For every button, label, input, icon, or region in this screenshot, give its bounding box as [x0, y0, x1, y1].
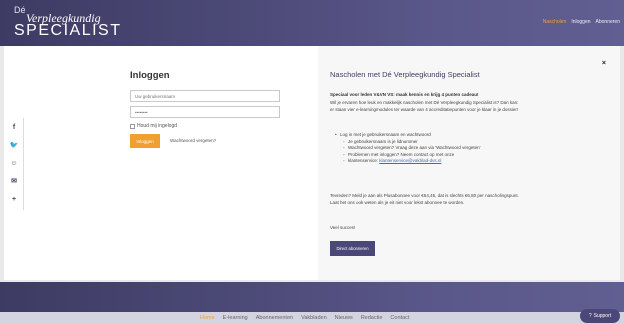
- footer-band: [0, 282, 624, 312]
- service-prefix: klantenservice:: [348, 158, 380, 163]
- login-title: Inloggen: [130, 70, 170, 81]
- footer-nav: Home E-learning Abonnementen Vakbladen N…: [200, 315, 409, 321]
- site-header: Dé Verpleegkundig SPECIALIST Nascholen I…: [0, 0, 624, 46]
- remember-checkbox[interactable]: [130, 123, 135, 129]
- footer-nav-abonnementen[interactable]: Abonnementen: [256, 315, 293, 321]
- top-nav-inloggen[interactable]: Inloggen: [571, 19, 590, 25]
- plus-icon[interactable]: +: [4, 190, 24, 208]
- login-panel: Inloggen Houd mij ingelogd Inloggen Wach…: [4, 46, 318, 280]
- footer-nav-home[interactable]: Home: [200, 315, 215, 321]
- facebook-icon[interactable]: f: [4, 118, 24, 136]
- footer-nav-contact[interactable]: Contact: [390, 315, 409, 321]
- logo-specialist: SPECIALIST: [14, 22, 122, 39]
- top-nav-nascholen[interactable]: Nascholen: [543, 19, 567, 25]
- support-label: Support: [593, 313, 612, 319]
- help-icon: ?: [588, 313, 592, 319]
- info-intro-bold: Speciaal voor leden V&VN VS: maak kennis…: [330, 92, 479, 97]
- info-closing: Veel succes!: [330, 225, 356, 230]
- footer-nav-vakbladen[interactable]: Vakbladen: [301, 315, 327, 321]
- footer: Home E-learning Abonnementen Vakbladen N…: [0, 312, 624, 324]
- top-nav: Nascholen Inloggen Abonneren: [543, 19, 620, 25]
- info-intro: Wil je ervaren hoe leuk en makkelijk nas…: [330, 100, 519, 112]
- subscribe-button[interactable]: Direct abonneren: [330, 241, 375, 256]
- email-icon[interactable]: ✉: [4, 172, 24, 190]
- remember-label: Houd mij ingelogd: [137, 123, 178, 129]
- info-list: Log in met je gebruikersnaam en wachtwoo…: [330, 132, 530, 165]
- support-button[interactable]: ? Support: [580, 309, 620, 323]
- password-input[interactable]: [130, 106, 280, 118]
- remember-me[interactable]: Houd mij ingelogd: [130, 123, 177, 129]
- service-email-link[interactable]: klantenservice@vakblad-dvs.nl: [379, 158, 441, 163]
- username-input[interactable]: [130, 90, 280, 102]
- info-panel: × Nascholen met Dé Verpleegkundig Specia…: [318, 46, 620, 280]
- top-nav-abonneren[interactable]: Abonneren: [596, 19, 620, 25]
- info-subscription: Tevreden? Meld je aan als Plusabonnee vo…: [330, 193, 519, 205]
- twitter-icon[interactable]: 🐦: [4, 136, 24, 154]
- footer-nav-redactie[interactable]: Redactie: [361, 315, 383, 321]
- footer-nav-nieuws[interactable]: Nieuws: [335, 315, 353, 321]
- forgot-password-link[interactable]: Wachtwoord vergeten?: [170, 138, 216, 143]
- login-button[interactable]: Inloggen: [130, 134, 160, 148]
- info-title: Nascholen met Dé Verpleegkundig Speciali…: [330, 70, 480, 79]
- close-icon[interactable]: ×: [602, 60, 606, 67]
- social-share-bar: f 🐦 ☺ ✉ +: [4, 118, 24, 210]
- logo-de: Dé: [14, 5, 26, 15]
- list-subitem-service: klantenservice: klantenservice@vakblad-d…: [330, 158, 530, 165]
- footer-nav-elearning[interactable]: E-learning: [223, 315, 248, 321]
- reddit-icon[interactable]: ☺: [4, 154, 24, 172]
